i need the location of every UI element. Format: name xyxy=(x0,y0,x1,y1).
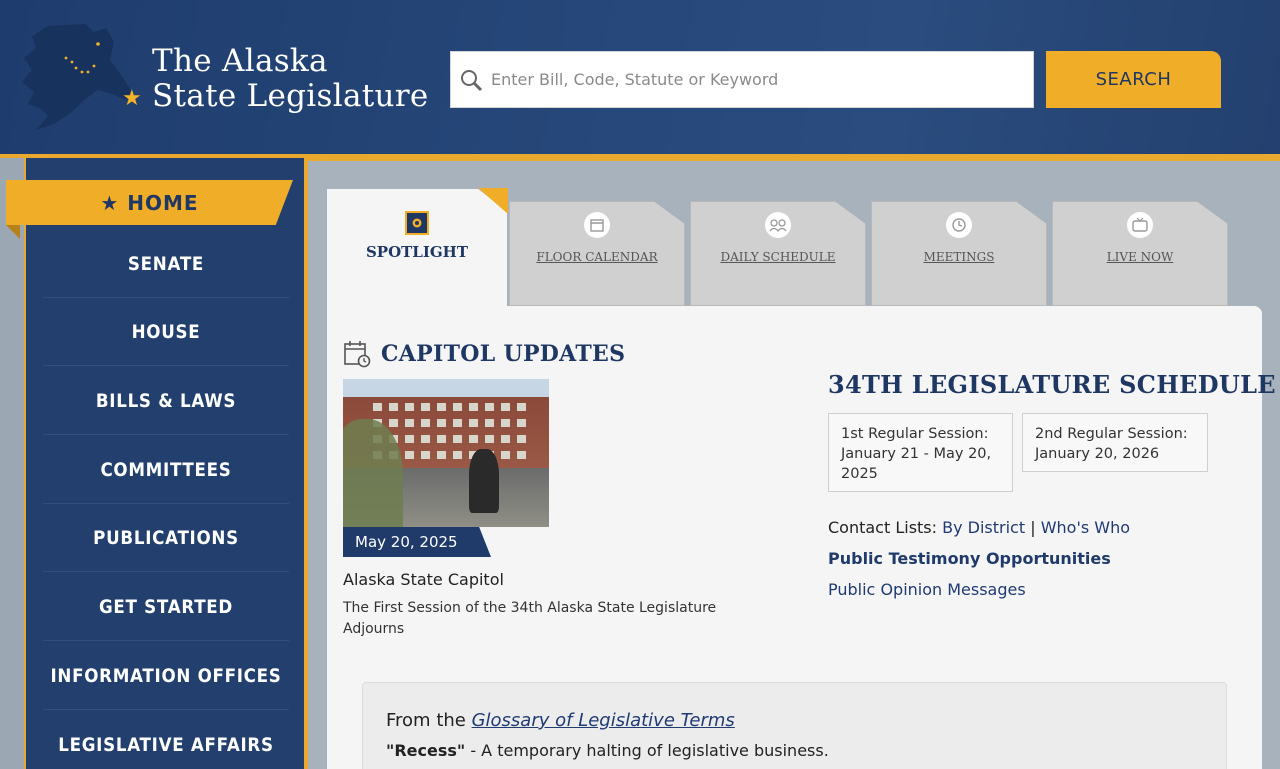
photo-window-row xyxy=(373,435,533,443)
glossary-term: "Recess" xyxy=(386,741,466,760)
glossary-definition-text: - A temporary halting of legislative bus… xyxy=(465,741,829,760)
sidebar-item-get-started[interactable]: GET STARTED xyxy=(42,573,290,641)
public-opinion-link[interactable]: Public Opinion Messages xyxy=(828,580,1026,599)
search-button[interactable]: SEARCH xyxy=(1046,51,1221,108)
star-icon: ★ xyxy=(122,86,142,111)
contact-label: Contact Lists: xyxy=(828,518,938,537)
tv-icon xyxy=(1127,212,1153,238)
capitol-photo[interactable] xyxy=(343,379,549,527)
sidebar: SENATE HOUSE BILLS & LAWS COMMITTEES PUB… xyxy=(0,158,312,769)
update-title[interactable]: Alaska State Capitol xyxy=(343,570,504,589)
contact-separator: | xyxy=(1030,518,1036,537)
people-icon xyxy=(765,212,791,238)
tab-label: MEETINGS xyxy=(923,250,995,264)
glossary-link[interactable]: Glossary of Legislative Terms xyxy=(472,710,735,731)
alaska-map-icon xyxy=(22,24,132,130)
photo-window-row xyxy=(373,419,533,427)
glossary-definition: "Recess" - A temporary halting of legisl… xyxy=(386,741,829,760)
sidebar-item-senate[interactable]: SENATE xyxy=(42,230,290,298)
site-logo[interactable]: The Alaska State Legislature xyxy=(152,44,429,114)
search-input[interactable] xyxy=(491,70,1011,89)
session-2-dates: January 20, 2026 xyxy=(1035,446,1160,462)
tab-daily-schedule[interactable]: DAILY SCHEDULE xyxy=(690,201,866,306)
search-icon xyxy=(451,68,491,92)
session-2-label: 2nd Regular Session: xyxy=(1035,426,1188,442)
tab-meetings[interactable]: MEETINGS xyxy=(871,201,1047,306)
spotlight-icon xyxy=(405,211,429,235)
update-date: May 20, 2025 xyxy=(343,527,491,557)
logo-line-1: The Alaska xyxy=(152,43,328,79)
tab-spotlight[interactable]: SPOTLIGHT xyxy=(327,189,507,319)
logo-line-2: State Legislature xyxy=(152,78,429,114)
sidebar-item-house[interactable]: HOUSE xyxy=(42,298,290,366)
photo-statue xyxy=(469,449,499,513)
sidebar-item-bills-laws[interactable]: BILLS & LAWS xyxy=(42,367,290,435)
sidebar-item-information-offices[interactable]: INFORMATION OFFICES xyxy=(42,642,290,710)
tab-label: SPOTLIGHT xyxy=(365,243,469,261)
by-district-link[interactable]: By District xyxy=(942,518,1025,537)
tab-label: DAILY SCHEDULE xyxy=(720,250,836,264)
calendar-icon xyxy=(584,212,610,238)
legislature-schedule-heading: 34TH LEGISLATURE SCHEDULE xyxy=(828,370,1276,399)
session-1-label: 1st Regular Session: xyxy=(841,426,989,442)
meeting-clock-icon xyxy=(946,212,972,238)
sidebar-item-publications[interactable]: PUBLICATIONS xyxy=(42,504,290,572)
update-description: The First Session of the 34th Alaska Sta… xyxy=(343,600,717,637)
tab-label: LIVE NOW xyxy=(1106,250,1174,264)
search-box xyxy=(450,51,1034,108)
calendar-clock-icon xyxy=(344,341,371,368)
session-1-dates: January 21 - May 20, 2025 xyxy=(841,446,992,482)
sidebar-nav: SENATE HOUSE BILLS & LAWS COMMITTEES PUB… xyxy=(24,158,308,769)
sidebar-item-legislative-affairs[interactable]: LEGISLATIVE AFFAIRS xyxy=(43,711,289,769)
glossary-prefix: From the xyxy=(386,710,466,731)
session-2-box: 2nd Regular Session: January 20, 2026 xyxy=(1022,413,1208,472)
capitol-updates-title: CAPITOL UPDATES xyxy=(381,341,626,367)
whos-who-link[interactable]: Who's Who xyxy=(1041,518,1130,537)
sidebar-item-home[interactable]: ★ HOME xyxy=(6,180,293,225)
tab-live-now[interactable]: LIVE NOW xyxy=(1052,201,1228,306)
tab-floor-calendar[interactable]: FLOOR CALENDAR xyxy=(509,201,685,306)
glossary-heading: From the Glossary of Legislative Terms xyxy=(386,710,735,731)
contact-lists: Contact Lists: By District | Who's Who xyxy=(828,518,1130,537)
site-header: ★ The Alaska State Legislature SEARCH xyxy=(0,0,1280,158)
tab-label: FLOOR CALENDAR xyxy=(536,250,658,264)
session-1-box: 1st Regular Session: January 21 - May 20… xyxy=(828,413,1013,492)
photo-window-row xyxy=(373,403,533,411)
capitol-updates-heading: CAPITOL UPDATES xyxy=(343,340,625,368)
public-testimony-link[interactable]: Public Testimony Opportunities xyxy=(828,549,1111,568)
sidebar-item-committees[interactable]: COMMITTEES xyxy=(42,436,290,504)
